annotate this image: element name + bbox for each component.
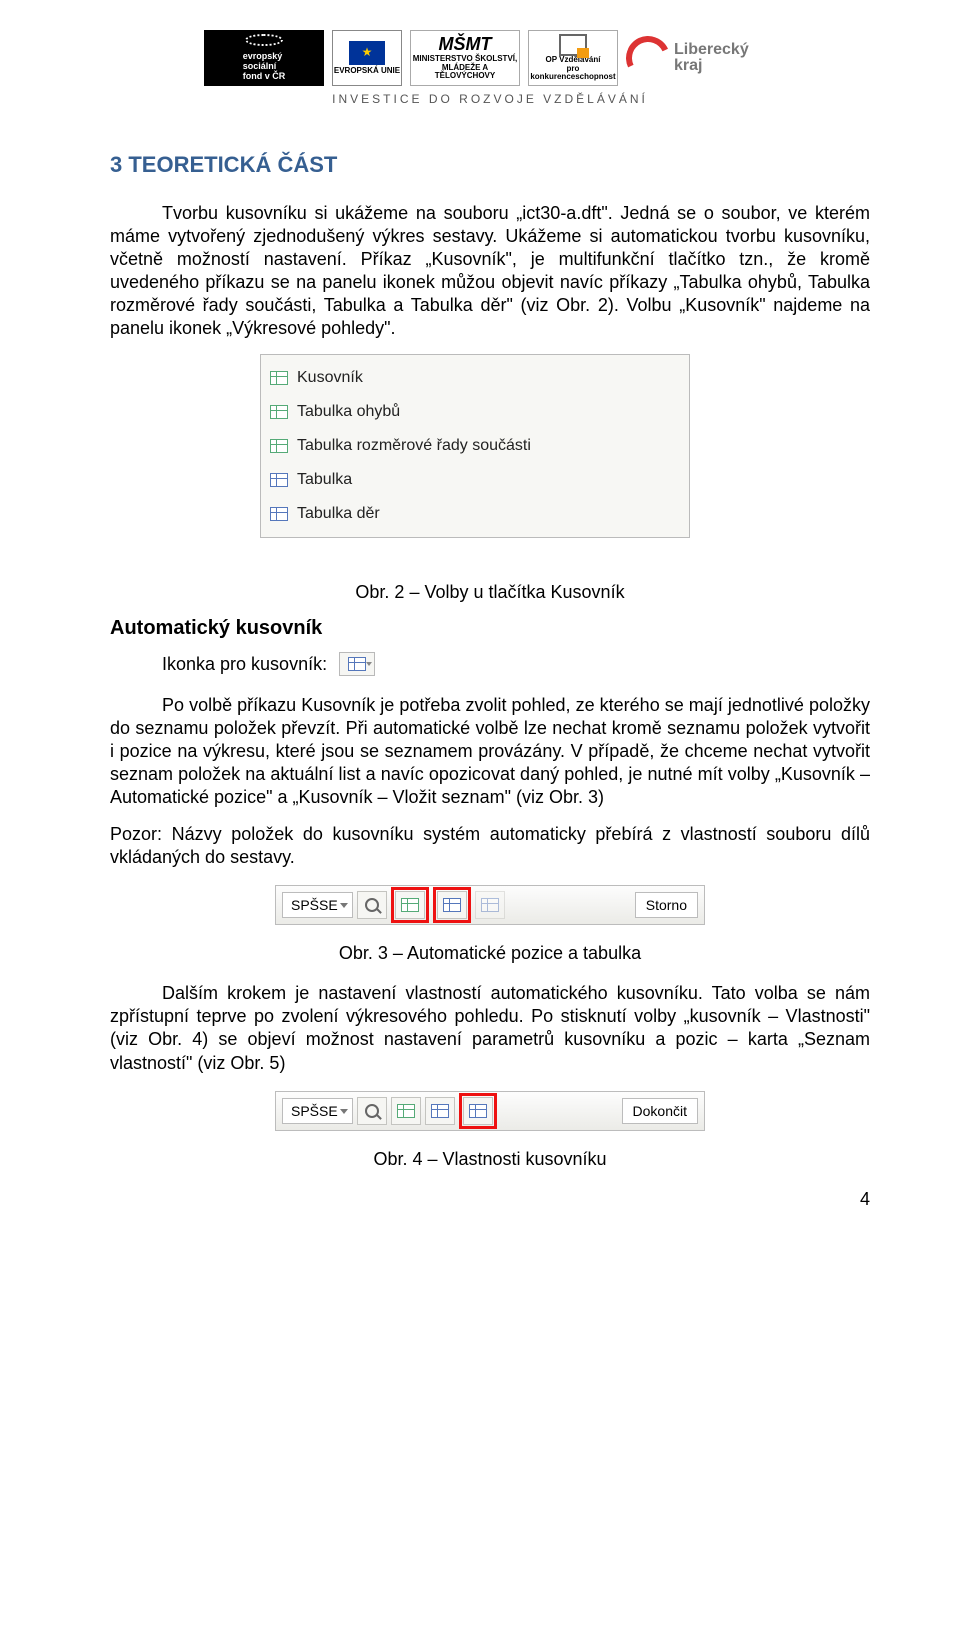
layer-combo[interactable]: SPŠSE (282, 1098, 353, 1124)
toolbar-cancel-label: Storno (646, 897, 687, 913)
kraj-label: Liberecký kraj (674, 42, 749, 74)
toolbar-finish-button[interactable]: Dokončit (622, 1098, 698, 1124)
grid-icon (431, 1104, 449, 1118)
toolbar-insert-list-button[interactable] (437, 891, 467, 919)
figure-3-caption: Obr. 3 – Automatické pozice a tabulka (110, 943, 870, 964)
menu-item-label: Tabulka (297, 471, 352, 489)
logo-msmt: MŠMT MINISTERSTVO ŠKOLSTVÍ, MLÁDEŽE A TĚ… (410, 30, 520, 86)
grid-icon (397, 1104, 415, 1118)
header-tagline: INVESTICE DO ROZVOJE VZDĚLÁVÁNÍ (110, 92, 870, 106)
paragraph-1: Tvorbu kusovníku si ukážeme na souboru „… (110, 202, 870, 340)
ikonka-line: Ikonka pro kusovník: (162, 652, 870, 676)
properties-icon (469, 1104, 487, 1118)
page-number: 4 (860, 1189, 870, 1210)
layer-combo-value: SPŠSE (291, 897, 338, 913)
menu-item-label: Tabulka ohybů (297, 403, 400, 421)
logo-eu: ★ EVROPSKÁ UNIE (332, 30, 402, 86)
msmt-mark: MŠMT (439, 35, 492, 55)
layer-combo[interactable]: SPŠSE (282, 892, 353, 918)
table-icon (261, 473, 297, 487)
toolbar-zoom-button[interactable] (357, 891, 387, 919)
menu-item-tabulka[interactable]: Tabulka (261, 463, 689, 497)
logo-esf: evropský sociální fond v ČR (204, 30, 324, 86)
grid-icon (401, 898, 419, 912)
toolbar-properties-button[interactable] (463, 1097, 493, 1125)
subheading-automaticky-kusovnik: Automatický kusovník (110, 617, 870, 640)
parts-list-icon (261, 371, 297, 385)
layer-combo-value: SPŠSE (291, 1103, 338, 1119)
parts-list-toolbar-button[interactable] (339, 652, 375, 676)
family-table-icon (261, 439, 297, 453)
paragraph-3: Pozor: Názvy položek do kusovníku systém… (110, 823, 870, 869)
figure-4-caption: Obr. 4 – Vlastnosti kusovníku (110, 1149, 870, 1170)
esf-stars-icon (245, 34, 283, 46)
highlight-properties (459, 1093, 497, 1129)
menu-item-tabulka-der[interactable]: Tabulka děr (261, 497, 689, 531)
highlight-auto-position (391, 887, 429, 923)
menu-item-label: Tabulka rozměrové řady součásti (297, 437, 531, 455)
ikonka-label: Ikonka pro kusovník: (162, 654, 327, 675)
properties-icon (481, 898, 499, 912)
logo-liberecky-kraj: Liberecký kraj (626, 30, 776, 86)
opvk-icon (559, 34, 587, 56)
menu-item-label: Tabulka děr (297, 505, 380, 523)
esf-text: evropský sociální fond v ČR (243, 52, 286, 82)
toolbar-cancel-button[interactable]: Storno (635, 892, 698, 918)
figure-2-caption: Obr. 2 – Volby u tlačítka Kusovník (110, 582, 870, 603)
paragraph-4: Dalším krokem je nastavení vlastností au… (110, 982, 870, 1074)
toolbar-zoom-button[interactable] (357, 1097, 387, 1125)
menu-item-label: Kusovník (297, 369, 363, 387)
toolbar-insert-list-button[interactable] (425, 1097, 455, 1125)
grid-icon (443, 898, 461, 912)
kraj-arc-icon (620, 30, 676, 86)
bend-table-icon (261, 405, 297, 419)
toolbar-auto-position-button[interactable] (395, 891, 425, 919)
section-heading: 3 TEORETICKÁ ČÁST (110, 152, 870, 178)
logo-opvk: OP Vzdělávání pro konkurenceschopnost (528, 30, 618, 86)
menu-item-kusovnik[interactable]: Kusovník (261, 361, 689, 395)
magnifier-icon (365, 898, 379, 912)
figure-3-toolbar: SPŠSE Storno (275, 885, 705, 925)
paragraph-2: Po volbě příkazu Kusovník je potřeba zvo… (110, 694, 870, 809)
chevron-down-icon (366, 662, 372, 666)
menu-item-tabulka-ohybu[interactable]: Tabulka ohybů (261, 395, 689, 429)
hole-table-icon (261, 507, 297, 521)
msmt-label: MINISTERSTVO ŠKOLSTVÍ, MLÁDEŽE A TĚLOVÝC… (411, 55, 519, 81)
eu-flag-icon: ★ (349, 41, 385, 65)
opvk-label: OP Vzdělávání pro konkurenceschopnost (529, 56, 617, 82)
highlight-insert-list (433, 887, 471, 923)
sponsor-logos: evropský sociální fond v ČR ★ EVROPSKÁ U… (110, 30, 870, 86)
menu-item-tabulka-rozmerove-rady[interactable]: Tabulka rozměrové řady součásti (261, 429, 689, 463)
figure-2-menu: Kusovník Tabulka ohybů Tabulka rozměrové… (260, 354, 690, 538)
toolbar-auto-position-button[interactable] (391, 1097, 421, 1125)
parts-list-icon (348, 657, 366, 671)
magnifier-icon (365, 1104, 379, 1118)
toolbar-properties-button (475, 891, 505, 919)
figure-4-toolbar: SPŠSE Dokončit (275, 1091, 705, 1131)
toolbar-finish-label: Dokončit (633, 1103, 687, 1119)
eu-label: EVROPSKÁ UNIE (334, 67, 400, 76)
